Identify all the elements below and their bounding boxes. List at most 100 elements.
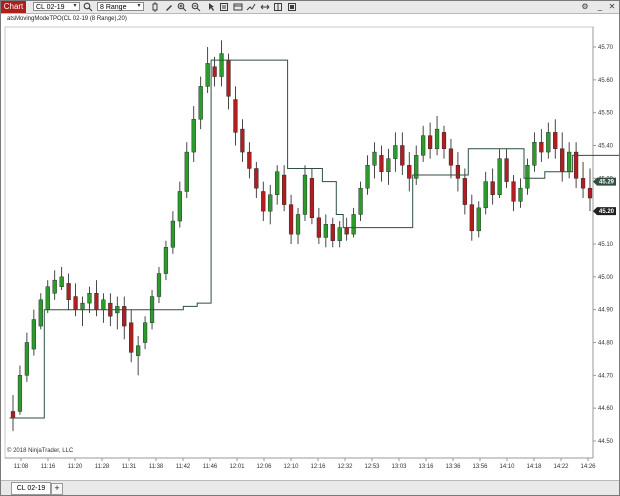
candle-up [17, 375, 23, 412]
candle-up [372, 151, 377, 166]
x-tick-label: 11:46 [203, 464, 218, 470]
price-chart[interactable]: 45.7045.6045.5045.4045.3045.2045.1045.00… [1, 1, 619, 479]
y-tick-label: 44.80 [598, 341, 614, 347]
candle-up [483, 181, 488, 209]
candle-up [163, 247, 169, 274]
price-tag-label: 45.20 [599, 209, 615, 215]
candle-up [24, 342, 30, 376]
candle-up [136, 345, 141, 356]
y-tick-label: 45.10 [598, 242, 614, 248]
candle-up [198, 86, 203, 120]
y-tick-label: 44.50 [598, 439, 614, 445]
x-tick-label: 12:01 [229, 464, 245, 470]
candle-down [427, 135, 433, 149]
x-tick-label: 12:53 [364, 464, 380, 470]
candle-up [386, 158, 391, 172]
x-tick-label: 14:18 [526, 464, 542, 470]
candle-up [101, 299, 106, 310]
x-tick-label: 11:28 [95, 464, 110, 470]
candle-up [219, 53, 224, 77]
candle-down [254, 168, 259, 189]
x-tick-label: 12:32 [337, 464, 353, 470]
candle-up [52, 279, 57, 294]
candle-down [587, 187, 593, 199]
candle-down [379, 155, 384, 172]
candle-down [288, 204, 294, 235]
candle-down [94, 293, 99, 310]
y-tick-label: 45.70 [598, 45, 614, 51]
candle-up [87, 293, 92, 304]
candle-down [73, 296, 78, 310]
candle-up [191, 119, 196, 153]
candle-down [511, 181, 516, 202]
y-tick-label: 44.70 [598, 373, 614, 379]
candle-up [546, 132, 551, 153]
candle-up [31, 319, 36, 350]
candle-up [567, 151, 572, 172]
candle-down [261, 191, 266, 212]
candle-down [129, 322, 134, 353]
candle-down [212, 66, 217, 77]
instrument-tab[interactable]: CL 02-19 [11, 482, 51, 495]
candle-up [525, 164, 530, 189]
candle-up [393, 145, 398, 159]
candle-down [233, 99, 238, 133]
candle-down [316, 217, 321, 238]
candle-down [226, 59, 231, 97]
x-tick-label: 13:36 [445, 464, 461, 470]
candle-up [80, 302, 85, 310]
x-tick-label: 11:20 [68, 464, 83, 470]
candle-up [337, 227, 342, 241]
candle-down [553, 132, 558, 149]
candle-up [323, 224, 328, 238]
candle-down [469, 204, 474, 232]
candle-up [476, 207, 481, 232]
x-tick-label: 13:56 [472, 464, 488, 470]
candle-up [434, 128, 440, 149]
candle-down [330, 224, 335, 241]
y-tick-label: 45.40 [598, 144, 614, 150]
candle-down [10, 411, 16, 419]
chart-window: Chart CL 02-19 ▾ 8 Range ▾ ⚙ _ ✕ atsMovi… [0, 0, 620, 496]
y-tick-label: 44.60 [598, 406, 614, 412]
candle-down [580, 178, 586, 189]
candle-up [518, 187, 523, 202]
instrument-tab-bar: CL 02-19 + [1, 480, 619, 495]
price-tag-label: 45.29 [599, 180, 615, 186]
candle-up [170, 220, 176, 248]
x-tick-label: 14:10 [499, 464, 515, 470]
copyright-text: © 2018 NinjaTrader, LLC [7, 448, 74, 454]
candle-up [156, 273, 162, 297]
candle-up [365, 164, 370, 189]
x-tick-label: 12:16 [310, 464, 326, 470]
candle-up [38, 299, 43, 327]
candle-down [407, 164, 412, 179]
candle-up [59, 276, 64, 287]
y-tick-label: 45.50 [598, 111, 614, 117]
candle-up [45, 286, 50, 310]
candle-down [441, 132, 447, 149]
x-tick-label: 11:16 [41, 464, 56, 470]
candle-up [184, 151, 189, 192]
candle-up [142, 322, 148, 343]
candle-up [497, 158, 502, 195]
add-tab-button[interactable]: + [51, 483, 63, 495]
x-tick-label: 13:16 [418, 464, 434, 470]
candle-down [560, 148, 565, 172]
candle-down [539, 142, 544, 153]
candle-down [455, 164, 461, 179]
candle-down [240, 128, 245, 153]
candle-up [351, 214, 356, 235]
y-tick-label: 45.00 [598, 275, 614, 281]
x-tick-label: 11:31 [122, 464, 137, 470]
x-tick-label: 14:22 [553, 464, 569, 470]
candle-up [302, 174, 308, 215]
candle-down [400, 145, 405, 166]
candle-down [344, 227, 349, 235]
candle-down [462, 178, 467, 205]
candle-down [309, 178, 315, 218]
candle-down [504, 158, 509, 182]
candle-down [247, 151, 252, 169]
candle-up [275, 171, 280, 195]
x-tick-label: 12:10 [283, 464, 299, 470]
